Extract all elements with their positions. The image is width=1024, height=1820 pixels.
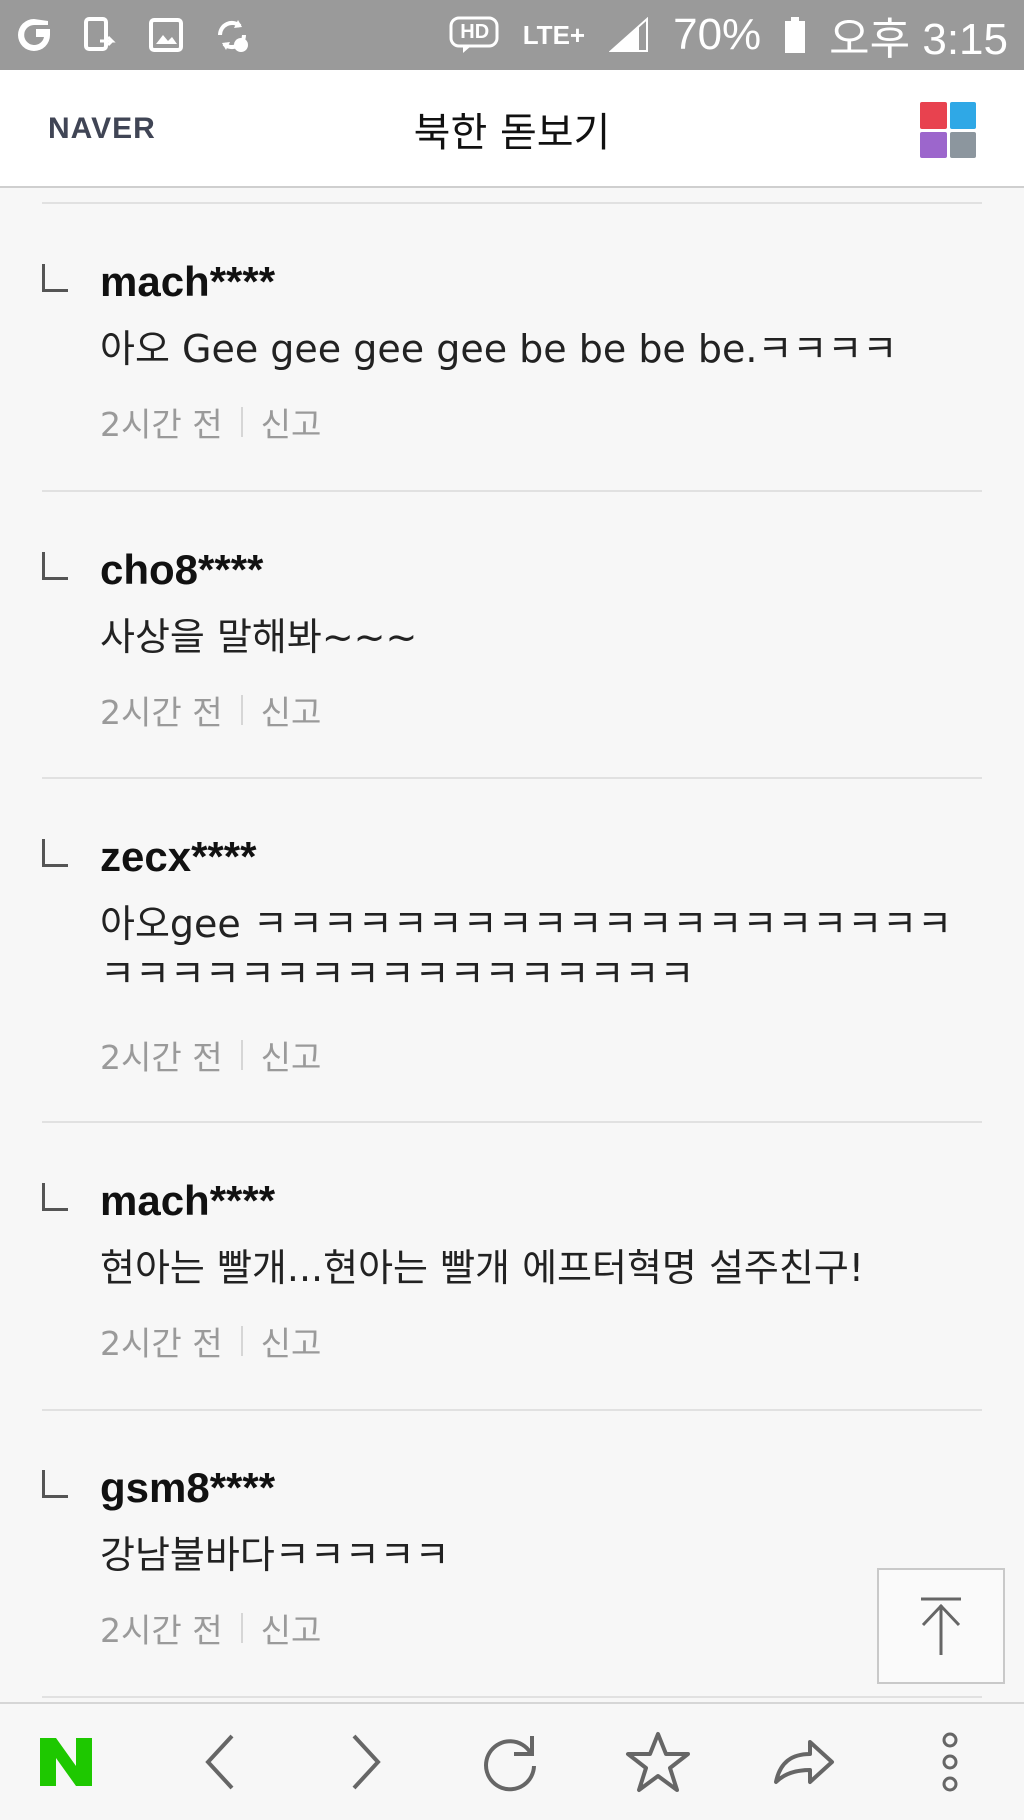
star-icon bbox=[626, 1732, 690, 1792]
comment-author[interactable]: gsm8**** bbox=[100, 1464, 275, 1512]
meta-divider bbox=[240, 1613, 243, 1643]
forward-icon bbox=[352, 1734, 381, 1790]
comment-time: 2시간 전 bbox=[100, 693, 223, 732]
divider bbox=[42, 202, 982, 204]
hd-label: HD bbox=[460, 20, 490, 43]
comment-author[interactable]: zecx**** bbox=[100, 833, 256, 881]
comment-author[interactable]: mach**** bbox=[100, 258, 275, 306]
reply-indicator-icon bbox=[42, 1470, 68, 1498]
comment-meta: 2시간 전 신고 bbox=[100, 1031, 321, 1079]
apps-grid-cell bbox=[920, 102, 947, 129]
battery-icon bbox=[783, 13, 807, 57]
more-button[interactable] bbox=[914, 1726, 986, 1798]
share-button[interactable] bbox=[768, 1726, 840, 1798]
meta-divider bbox=[240, 407, 243, 437]
status-right: HD LTE+ 70% 오후 3:15 bbox=[449, 3, 1008, 67]
divider bbox=[42, 490, 982, 492]
naver-n-icon bbox=[40, 1738, 92, 1786]
sync-icon bbox=[210, 13, 254, 57]
refresh-button[interactable] bbox=[474, 1726, 546, 1798]
apps-grid-cell bbox=[949, 102, 976, 129]
reply-indicator-icon bbox=[42, 552, 68, 580]
arrow-up-to-top-icon bbox=[921, 1597, 961, 1655]
apps-grid-icon[interactable] bbox=[920, 102, 976, 158]
comment-author[interactable]: mach**** bbox=[100, 1177, 275, 1225]
report-link[interactable]: 신고 bbox=[261, 1031, 322, 1079]
comment-text: 강남불바다ㅋㅋㅋㅋㅋ bbox=[100, 1533, 450, 1577]
reply-indicator-icon bbox=[42, 1183, 68, 1211]
report-link[interactable]: 신고 bbox=[261, 686, 322, 734]
reply-indicator-icon bbox=[42, 264, 68, 292]
back-icon bbox=[205, 1734, 234, 1790]
divider bbox=[42, 1409, 982, 1411]
divider bbox=[42, 1696, 982, 1698]
bookmark-button[interactable] bbox=[622, 1726, 694, 1798]
comment-time: 2시간 전 bbox=[100, 1038, 223, 1077]
app-notification-icon bbox=[12, 13, 56, 57]
comment-meta: 2시간 전 신고 bbox=[100, 1317, 321, 1365]
comment-text: 사상을 말해봐~~~ bbox=[100, 615, 418, 659]
reply-indicator-icon bbox=[42, 839, 68, 867]
status-bar: HD LTE+ 70% 오후 3:15 bbox=[0, 0, 1024, 70]
hd-voice-icon: HD bbox=[449, 13, 501, 57]
browser-bottom-bar bbox=[0, 1702, 1024, 1820]
more-icon bbox=[942, 1732, 958, 1792]
comment-author[interactable]: cho8**** bbox=[100, 546, 263, 594]
network-type: LTE+ bbox=[522, 19, 586, 50]
comment-meta: 2시간 전 신고 bbox=[100, 1604, 321, 1652]
refresh-icon bbox=[484, 1736, 536, 1792]
page-title: 북한 돋보기 bbox=[413, 110, 611, 156]
report-link[interactable]: 신고 bbox=[261, 1317, 322, 1365]
comment-text: 아오gee ㅋㅋㅋㅋㅋㅋㅋㅋㅋㅋㅋㅋㅋㅋㅋㅋㅋㅋㅋㅋㅋㅋㅋㅋㅋㅋㅋㅋㅋㅋㅋㅋㅋㅋ… bbox=[100, 902, 953, 996]
report-link[interactable]: 신고 bbox=[261, 1604, 322, 1652]
status-left bbox=[12, 13, 254, 57]
divider bbox=[42, 777, 982, 779]
meta-divider bbox=[240, 1326, 243, 1356]
back-button[interactable] bbox=[184, 1726, 256, 1798]
battery-percent: 70% bbox=[673, 10, 762, 59]
header: NAVER 북한 돋보기 bbox=[0, 70, 1024, 188]
comment-time: 2시간 전 bbox=[100, 1611, 223, 1650]
comment-time: 2시간 전 bbox=[100, 405, 223, 444]
comment-text: 현아는 빨개...현아는 빨개 에프터혁명 설주친구! bbox=[100, 1246, 865, 1290]
screen-share-icon bbox=[78, 13, 122, 57]
meta-divider bbox=[240, 1040, 243, 1070]
report-link[interactable]: 신고 bbox=[261, 398, 322, 446]
apps-grid-cell bbox=[920, 131, 947, 158]
gallery-icon bbox=[144, 13, 188, 57]
signal-icon bbox=[607, 13, 651, 57]
divider bbox=[42, 1121, 982, 1123]
naver-home-button[interactable] bbox=[30, 1726, 102, 1798]
comment-meta: 2시간 전 신고 bbox=[100, 398, 321, 446]
clock: 오후 3:15 bbox=[829, 15, 1008, 64]
comment-list[interactable]: mach**** 아오 Gee gee gee gee be be be be.… bbox=[0, 190, 1024, 1702]
comment-text: 아오 Gee gee gee gee be be be be.ㅋㅋㅋㅋ bbox=[100, 327, 898, 371]
share-icon bbox=[774, 1740, 834, 1784]
comment-meta: 2시간 전 신고 bbox=[100, 686, 321, 734]
scroll-to-top-button[interactable] bbox=[877, 1568, 1005, 1684]
meta-divider bbox=[240, 695, 243, 725]
forward-button[interactable] bbox=[330, 1726, 402, 1798]
comment-time: 2시간 전 bbox=[100, 1324, 223, 1363]
apps-grid-cell bbox=[949, 131, 976, 158]
